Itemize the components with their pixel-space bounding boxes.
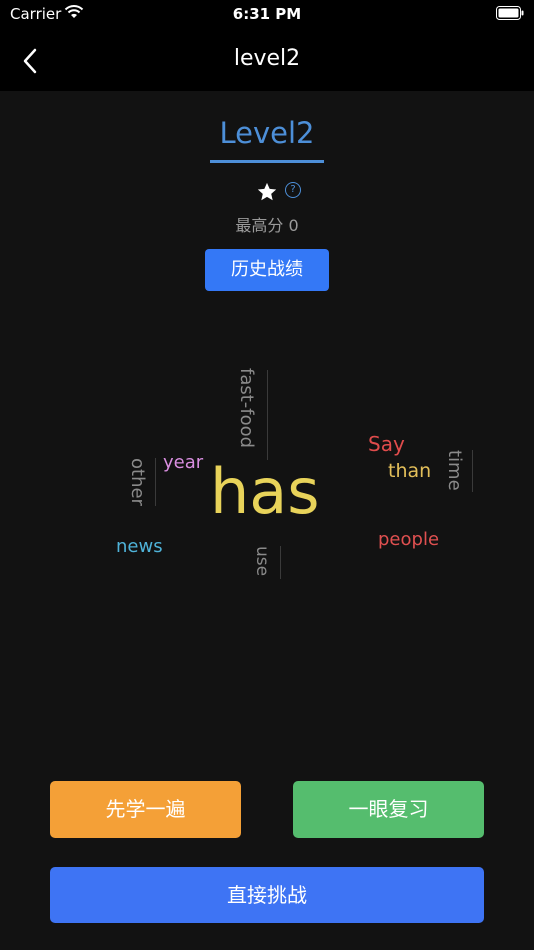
word-divider xyxy=(472,450,473,492)
word-divider xyxy=(267,370,268,460)
cloud-word-people[interactable]: people xyxy=(378,529,439,550)
word-divider xyxy=(155,458,156,506)
direct-challenge-button[interactable]: 直接挑战 xyxy=(50,867,484,923)
cloud-word-time[interactable]: time xyxy=(444,450,465,491)
quick-review-button[interactable]: 一眼复习 xyxy=(293,781,484,838)
cloud-word-say[interactable]: Say xyxy=(368,432,405,456)
cloud-word-news[interactable]: news xyxy=(116,536,163,557)
level-title: Level2 xyxy=(219,116,315,150)
best-score-label: 最高分 0 xyxy=(235,216,299,235)
word-divider xyxy=(280,546,281,579)
cloud-word-than[interactable]: than xyxy=(388,460,431,482)
nav-bar: level2 xyxy=(0,28,534,91)
nav-title: level2 xyxy=(233,46,301,71)
cloud-word-use[interactable]: use xyxy=(252,546,272,576)
cloud-word-other[interactable]: other xyxy=(127,458,148,506)
history-record-button[interactable]: 历史战绩 xyxy=(205,249,329,291)
cloud-word-has[interactable]: has xyxy=(210,455,320,528)
status-time: 6:31 PM xyxy=(232,5,302,23)
help-icon[interactable]: ? xyxy=(285,182,301,198)
cloud-word-year[interactable]: year xyxy=(163,452,203,473)
level-title-underline xyxy=(210,160,324,163)
cloud-word-fast-food[interactable]: fast-food xyxy=(236,368,257,448)
star-icon xyxy=(257,182,277,201)
status-bar: Carrier 6:31 PM xyxy=(0,0,534,28)
battery-icon xyxy=(496,6,524,20)
learn-first-button[interactable]: 先学一遍 xyxy=(50,781,241,838)
